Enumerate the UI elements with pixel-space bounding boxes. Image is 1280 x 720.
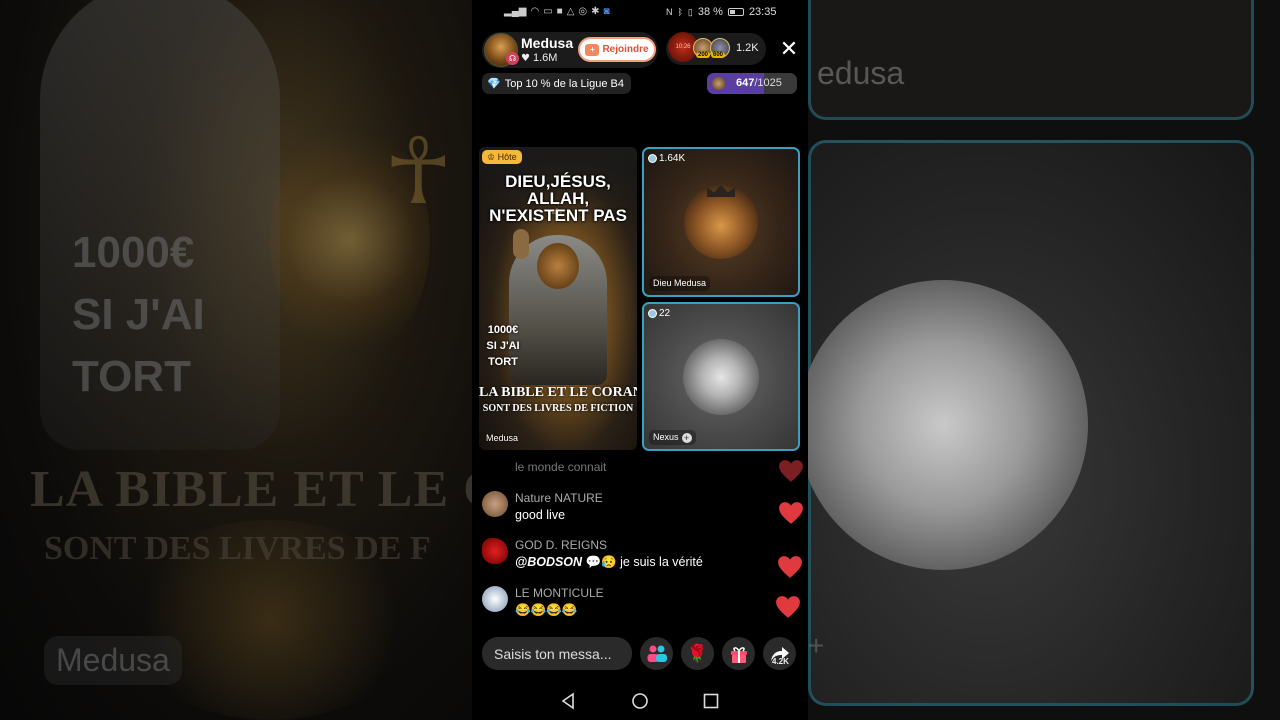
- chat-avatar[interactable]: [482, 538, 508, 564]
- background-dim-overlay: [0, 0, 472, 720]
- chat-message[interactable]: GOD D. REIGNS @BODSON 💬😥 je suis la véri…: [482, 538, 802, 574]
- join-button[interactable]: + Rejoindre: [578, 37, 656, 62]
- score-dot-icon: [648, 154, 657, 163]
- poster-hand: [513, 229, 529, 259]
- chat-username: Nature NATURE: [515, 491, 603, 505]
- heart-icon: [775, 595, 801, 619]
- chat-username: LE MONTICULE: [515, 586, 604, 600]
- poster-bottom-subtitle: SONT DES LIVRES DE FICTION: [482, 403, 634, 414]
- poster-title: DIEU,JÉSUS, ALLAH, N'EXISTENT PAS: [489, 172, 627, 225]
- host-likes-count: 1.6M: [532, 52, 558, 64]
- phone-screen: ▂▄▆ ◠ ▭ ■ △ ◎ ✱ ◙ N ᛒ ▯ 38 % 23:35 ☊ Med…: [472, 0, 808, 720]
- guest-score: 22: [648, 308, 670, 319]
- poster-lion-head: [537, 243, 579, 289]
- close-button[interactable]: ✕: [778, 37, 800, 61]
- score-progress[interactable]: 647/1025: [707, 73, 797, 94]
- guest-score: 1.64K: [648, 153, 685, 164]
- recents-icon[interactable]: [702, 692, 720, 710]
- guest-name: Dieu Medusa: [649, 276, 711, 291]
- score-text: 647/1025: [736, 77, 782, 89]
- warning-icon: △: [566, 6, 575, 17]
- battery-percent: 38 %: [697, 6, 723, 18]
- guest-score-value: 22: [659, 308, 671, 319]
- background-tree-avatar: [808, 280, 1088, 570]
- guest-score-value: 1.64K: [659, 153, 686, 164]
- nfc-icon: N: [666, 7, 673, 17]
- cast-icon: ▭: [543, 6, 553, 17]
- viewer-rank-badge: 600: [711, 52, 726, 58]
- close-icon: ✕: [779, 36, 799, 61]
- vibrate-icon: ▯: [687, 6, 693, 17]
- heart-icon: [778, 459, 804, 483]
- poster-bottom-title: LA BIBLE ET LE CORAN: [479, 385, 637, 400]
- back-icon[interactable]: [559, 692, 577, 710]
- heart-icon: [777, 555, 803, 579]
- status-right: N ᛒ ▯ 38 % 23:35: [666, 6, 776, 18]
- guest-invite-button[interactable]: [640, 637, 673, 670]
- guest-video-tile[interactable]: 1.64K Dieu Medusa: [642, 147, 800, 297]
- league-badge[interactable]: 💎 Top 10 % de la Ligue B4: [482, 73, 631, 94]
- chat-username: GOD D. REIGNS: [515, 538, 608, 552]
- chat-text: @BODSON 💬😥 je suis la vérité: [515, 555, 703, 569]
- system-nav-bar: [472, 680, 808, 720]
- wifi-icon: ◠: [530, 6, 540, 17]
- background-guest-name: edusa: [817, 55, 905, 91]
- chat-faded-message: le monde connait: [515, 460, 607, 474]
- league-label: Top 10 % de la Ligue B4: [504, 77, 624, 90]
- chat-message[interactable]: LE MONTICULE 😂😂😂😂: [482, 586, 802, 622]
- gift-icon: [730, 646, 747, 663]
- score-current: 647: [736, 77, 755, 89]
- signal-icon: ▂▄▆: [504, 6, 527, 17]
- status-bar: ▂▄▆ ◠ ▭ ■ △ ◎ ✱ ◙ N ᛒ ▯ 38 % 23:35: [472, 0, 808, 26]
- viewer-count[interactable]: 1.2K: [736, 42, 759, 54]
- viewer-rank-badge: 200: [696, 52, 711, 58]
- heart-icon: [778, 501, 804, 525]
- background-left-blur: ☥ 1000€ SI J'AI TORT LA BIBLE ET LE CO S…: [0, 0, 472, 720]
- background-plus-icon: +: [808, 630, 825, 661]
- join-button-label: Rejoindre: [602, 44, 649, 55]
- host-tile-name: Medusa: [486, 433, 519, 443]
- app-icon: ◎: [578, 6, 588, 17]
- poster-claim: 1000€ SI J'AI TORT: [486, 324, 520, 368]
- chat-text: 😂😂😂😂: [515, 603, 578, 617]
- chat-mention[interactable]: @BODSON: [515, 555, 582, 569]
- follow-plus-icon[interactable]: +: [681, 432, 692, 443]
- people-icon: [647, 645, 667, 662]
- chat-message[interactable]: Nature NATURE good live: [482, 491, 802, 527]
- host-video-tile[interactable]: ☥ DIEU,JÉSUS, ALLAH, N'EXISTENT PAS 1000…: [479, 147, 637, 450]
- score-dot-icon: [648, 309, 657, 318]
- host-likes: ♥ 1.6M: [521, 52, 557, 64]
- chat-avatar[interactable]: [482, 491, 508, 517]
- guest-avatar[interactable]: [683, 339, 759, 415]
- shield-icon: ◙: [603, 6, 610, 17]
- battery-icon: [727, 8, 744, 16]
- gift-button[interactable]: [722, 637, 755, 670]
- crown-icon: ♔: [487, 152, 498, 162]
- status-icons: ▂▄▆ ◠ ▭ ■ △ ◎ ✱ ◙: [504, 6, 610, 17]
- score-total: /1025: [754, 77, 782, 89]
- background-panel: edusa: [808, 0, 1254, 120]
- diamond-icon: 💎: [487, 77, 501, 90]
- message-input[interactable]: [482, 637, 632, 670]
- share-count: 4.2K: [772, 657, 789, 666]
- status-time: 23:35: [748, 6, 777, 18]
- host-level-badge: ☊: [506, 52, 519, 65]
- score-avatar: [712, 77, 725, 90]
- join-icon: +: [585, 43, 600, 56]
- app-icon: ✱: [591, 6, 600, 17]
- rose-icon: 🌹: [686, 643, 709, 664]
- home-icon[interactable]: [631, 692, 649, 710]
- chat-text: good live: [515, 508, 566, 522]
- host-role-badge: ♔ Hôte: [482, 150, 522, 164]
- chat-avatar[interactable]: [482, 586, 508, 612]
- guest-name[interactable]: Nexus +: [649, 430, 696, 445]
- bluetooth-icon: ᛒ: [677, 7, 683, 17]
- video-icon: ■: [556, 6, 563, 17]
- background-right-blur: edusa +: [808, 0, 1280, 720]
- host-name[interactable]: Medusa: [521, 35, 573, 51]
- rose-gift-button[interactable]: 🌹: [681, 637, 714, 670]
- heart-icon: ♥: [521, 52, 530, 64]
- guest-video-tile[interactable]: 22 Nexus +: [642, 302, 800, 451]
